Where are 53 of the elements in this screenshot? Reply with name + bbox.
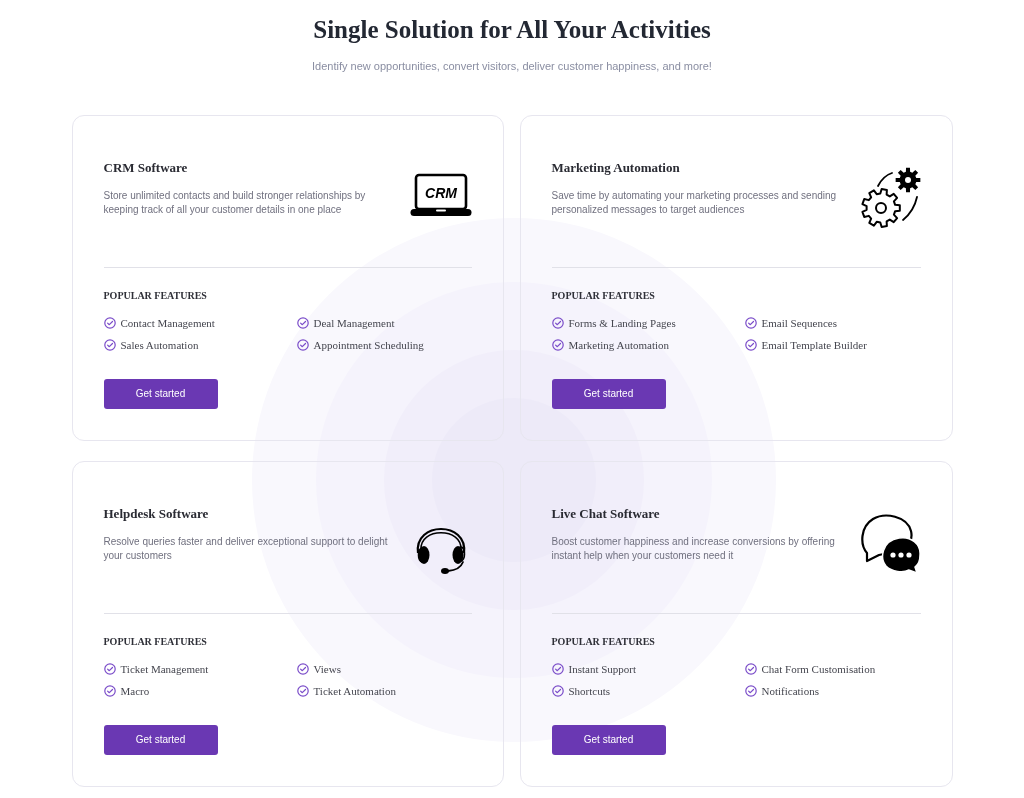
check-circle-icon <box>103 339 116 351</box>
check-circle-icon <box>103 685 116 697</box>
check-circle-icon <box>296 685 309 697</box>
check-circle-icon <box>744 317 757 329</box>
feature-label: Marketing Automation <box>568 338 669 352</box>
check-circle-icon <box>103 663 116 675</box>
get-started-button[interactable]: Get started <box>551 725 666 755</box>
card-title: Helpdesk Software <box>103 506 210 522</box>
feature-label: Ticket Automation <box>313 684 396 698</box>
features-heading: POPULAR FEATURES <box>551 289 656 302</box>
check-circle-icon <box>296 317 309 329</box>
card-title: Marketing Automation <box>551 160 681 176</box>
check-circle-icon <box>744 685 757 697</box>
card-description: Save time by automating your marketing processes and sending personalized messages to target audiences <box>551 189 838 217</box>
feature-label: Views <box>313 662 341 676</box>
get-started-button[interactable]: Get started <box>551 379 666 409</box>
feature-label: Email Sequences <box>761 316 837 330</box>
section-subtitle: Identify new opportunities, convert visitors, deliver customer happiness, and more! <box>312 59 712 73</box>
card-description: Resolve queries faster and deliver exceptional support to delight your customers <box>103 535 389 563</box>
card-description: Boost customer happiness and increase conversions by offering instant help when your customers need it <box>551 535 836 563</box>
feature-label: Notifications <box>761 684 819 698</box>
check-circle-icon <box>551 339 564 351</box>
features-heading: POPULAR FEATURES <box>103 635 208 648</box>
check-circle-icon <box>103 317 116 329</box>
card-title: Live Chat Software <box>551 506 661 522</box>
check-circle-icon <box>744 663 757 675</box>
gears-icon <box>858 167 921 229</box>
features-heading: POPULAR FEATURES <box>103 289 208 302</box>
check-circle-icon <box>551 317 564 329</box>
get-started-button[interactable]: Get started <box>103 379 218 409</box>
feature-label: Chat Form Customisation <box>761 662 876 676</box>
check-circle-icon <box>551 685 564 697</box>
check-circle-icon <box>551 663 564 675</box>
feature-label: Forms & Landing Pages <box>568 316 676 330</box>
check-circle-icon <box>296 339 309 351</box>
check-circle-icon <box>296 663 309 675</box>
feature-label: Ticket Management <box>120 662 209 676</box>
section-title: Single Solution for All Your Activities <box>313 15 711 45</box>
feature-label: Deal Management <box>313 316 395 330</box>
features-heading: POPULAR FEATURES <box>551 635 656 648</box>
screen-label: CRM <box>424 185 457 201</box>
feature-label: Contact Management <box>120 316 215 330</box>
feature-label: Instant Support <box>568 662 637 676</box>
card-title: CRM Software <box>103 160 189 176</box>
chat-bubbles-icon <box>858 513 921 575</box>
feature-label: Email Template Builder <box>761 338 867 352</box>
get-started-button[interactable]: Get started <box>103 725 218 755</box>
feature-label: Appointment Scheduling <box>313 338 424 352</box>
feature-label: Shortcuts <box>568 684 611 698</box>
card-description: Store unlimited contacts and build stronger relationships by keeping track of all your customer details in one place <box>103 189 367 217</box>
check-circle-icon <box>744 339 757 351</box>
feature-label: Sales Automation <box>120 338 199 352</box>
feature-label: Macro <box>120 684 150 698</box>
